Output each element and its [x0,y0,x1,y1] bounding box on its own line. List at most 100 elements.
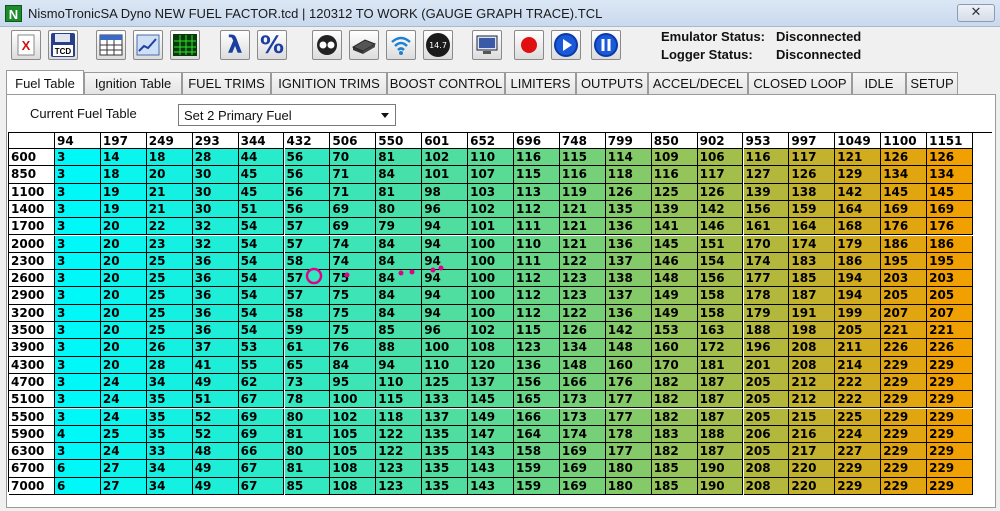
fuel-cell[interactable]: 123 [376,477,423,495]
fuel-cell[interactable]: 123 [559,270,606,288]
fuel-cell[interactable]: 229 [927,373,973,392]
fuel-cell[interactable]: 199 [835,304,882,322]
fuel-cell[interactable]: 57 [284,235,331,253]
fuel-cell[interactable]: 149 [651,304,698,322]
fuel-cell[interactable]: 79 [376,218,423,236]
fuel-cell[interactable]: 229 [881,373,928,392]
fuel-cell[interactable]: 174 [743,252,790,271]
fuel-cell[interactable]: 165 [514,391,560,409]
fuel-cell[interactable]: 173 [559,408,606,426]
fuel-cell[interactable]: 70 [330,149,377,167]
fuel-cell[interactable]: 84 [376,235,423,253]
fuel-cell[interactable]: 81 [284,460,331,478]
fuel-cell[interactable]: 84 [376,252,423,271]
fuel-cell[interactable]: 18 [100,166,147,184]
fuel-cell[interactable]: 54 [238,235,285,253]
fuel-cell[interactable]: 122 [559,304,606,322]
tab-closed-loop[interactable]: CLOSED LOOP [748,72,852,94]
fuel-cell[interactable]: 122 [559,252,606,271]
fuel-cell[interactable]: 58 [284,252,331,271]
fuel-cell[interactable]: 57 [284,218,331,236]
fuel-cell[interactable]: 146 [697,218,744,236]
fuel-cell[interactable]: 164 [514,425,560,444]
fuel-cell[interactable]: 106 [697,149,744,167]
fuel-cell[interactable]: 3 [55,322,101,340]
fuel-cell[interactable]: 159 [789,200,836,219]
fuel-cell[interactable]: 52 [192,425,239,444]
fuel-cell[interactable]: 3 [55,443,101,461]
close-window-button[interactable]: ✕ [957,4,995,22]
fuel-cell[interactable]: 226 [927,339,973,357]
fuel-cell[interactable]: 108 [330,460,377,478]
fuel-cell[interactable]: 27 [100,460,147,478]
fuel-cell[interactable]: 229 [881,391,928,409]
fuel-cell[interactable]: 139 [743,183,790,201]
fuel-cell[interactable]: 188 [697,425,744,444]
fuel-cell[interactable]: 52 [192,408,239,426]
fuel-cell[interactable]: 23 [146,235,193,253]
fuel-cell[interactable]: 125 [422,373,469,392]
fuel-cell[interactable]: 229 [881,408,928,426]
fuel-cell[interactable]: 163 [697,322,744,340]
chip-button[interactable] [349,30,379,60]
fuel-cell[interactable]: 229 [927,425,973,444]
fuel-cell[interactable]: 56 [284,183,331,201]
fuel-cell[interactable]: 112 [514,287,560,305]
fuel-table-select[interactable]: Set 2 Primary Fuel [178,104,396,126]
tab-setup[interactable]: SETUP [906,72,958,94]
fuel-cell[interactable]: 3 [55,304,101,322]
fuel-cell[interactable]: 212 [789,373,836,392]
fuel-cell[interactable]: 36 [192,252,239,271]
fuel-cell[interactable]: 20 [100,235,147,253]
fuel-cell[interactable]: 33 [146,443,193,461]
fuel-cell[interactable]: 100 [468,304,514,322]
gauges-button[interactable] [312,30,342,60]
fuel-cell[interactable]: 143 [468,460,514,478]
fuel-cell[interactable]: 148 [559,356,606,374]
fuel-cell[interactable]: 112 [514,270,560,288]
monitor-button[interactable] [472,30,502,60]
fuel-cell[interactable]: 34 [146,460,193,478]
fuel-cell[interactable]: 54 [238,322,285,340]
fuel-cell[interactable]: 100 [468,252,514,271]
fuel-cell[interactable]: 137 [422,408,469,426]
fuel-cell[interactable]: 176 [605,373,652,392]
fuel-cell[interactable]: 25 [100,425,147,444]
fuel-cell[interactable]: 135 [422,477,469,495]
fuel-cell[interactable]: 108 [468,339,514,357]
fuel-cell[interactable]: 207 [881,304,928,322]
fuel-cell[interactable]: 88 [376,339,423,357]
fuel-cell[interactable]: 3 [55,339,101,357]
fuel-cell[interactable]: 179 [743,304,790,322]
fuel-cell[interactable]: 182 [651,391,698,409]
fuel-cell[interactable]: 203 [927,270,973,288]
fuel-cell[interactable]: 198 [789,322,836,340]
fuel-cell[interactable]: 25 [146,322,193,340]
fuel-cell[interactable]: 177 [743,270,790,288]
fuel-cell[interactable]: 85 [376,322,423,340]
tab-limiters[interactable]: LIMITERS [505,72,576,94]
fuel-cell[interactable]: 123 [514,339,560,357]
fuel-cell[interactable]: 57 [284,287,331,305]
tab-boost-control[interactable]: BOOST CONTROL [387,72,505,94]
fuel-cell[interactable]: 195 [927,252,973,271]
tab-fuel-table[interactable]: Fuel Table [6,70,84,94]
fuel-cell[interactable]: 102 [422,149,469,167]
fuel-cell[interactable]: 164 [835,200,882,219]
fuel-cell[interactable]: 116 [514,149,560,167]
fuel-cell[interactable]: 100 [422,339,469,357]
fuel-cell[interactable]: 26 [146,339,193,357]
fuel-cell[interactable]: 45 [238,166,285,184]
fuel-cell[interactable]: 30 [192,183,239,201]
fuel-cell[interactable]: 95 [330,373,377,392]
fuel-cell[interactable]: 73 [284,373,331,392]
fuel-cell[interactable]: 139 [651,200,698,219]
fuel-cell[interactable]: 84 [376,287,423,305]
fuel-cell[interactable]: 188 [743,322,790,340]
fuel-cell[interactable]: 24 [100,408,147,426]
fuel-cell[interactable]: 101 [422,166,469,184]
fuel-cell[interactable]: 148 [605,339,652,357]
fuel-cell[interactable]: 22 [146,218,193,236]
fuel-cell[interactable]: 34 [146,373,193,392]
fuel-cell[interactable]: 229 [927,391,973,409]
